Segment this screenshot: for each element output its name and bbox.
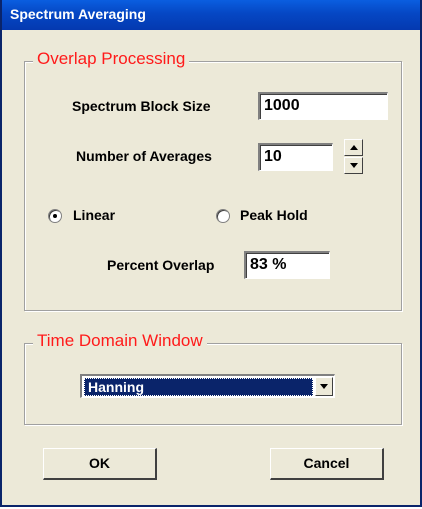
triangle-up-icon (350, 145, 358, 150)
time-domain-window-legend: Time Domain Window (33, 331, 207, 351)
chevron-down-icon (320, 384, 328, 389)
spin-down-button[interactable] (344, 157, 363, 174)
time-domain-window-select[interactable]: Hanning (80, 374, 335, 398)
peak-hold-radio[interactable] (216, 209, 230, 223)
triangle-down-icon (350, 163, 358, 168)
dropdown-button[interactable] (315, 377, 333, 396)
select-value: Hanning (84, 378, 313, 396)
peak-hold-radio-label[interactable]: Peak Hold (240, 207, 308, 223)
window-title: Spectrum Averaging (10, 6, 146, 22)
number-of-averages-input[interactable]: 10 (258, 143, 333, 171)
percent-overlap-label: Percent Overlap (107, 257, 215, 273)
spectrum-averaging-dialog: Spectrum Averaging Overlap Processing Sp… (0, 0, 422, 507)
title-bar[interactable]: Spectrum Averaging (2, 0, 420, 30)
spectrum-block-size-label: Spectrum Block Size (72, 98, 211, 114)
linear-radio[interactable] (48, 209, 62, 223)
linear-radio-label[interactable]: Linear (73, 207, 115, 223)
ok-button[interactable]: OK (43, 448, 157, 480)
spin-up-button[interactable] (344, 139, 363, 156)
cancel-button[interactable]: Cancel (270, 448, 384, 480)
number-of-averages-spinner (344, 139, 363, 175)
number-of-averages-label: Number of Averages (76, 148, 212, 164)
spectrum-block-size-input[interactable]: 1000 (258, 92, 388, 120)
percent-overlap-input[interactable]: 83 % (244, 251, 330, 279)
overlap-processing-legend: Overlap Processing (33, 49, 190, 69)
radio-selected-dot (53, 214, 57, 218)
